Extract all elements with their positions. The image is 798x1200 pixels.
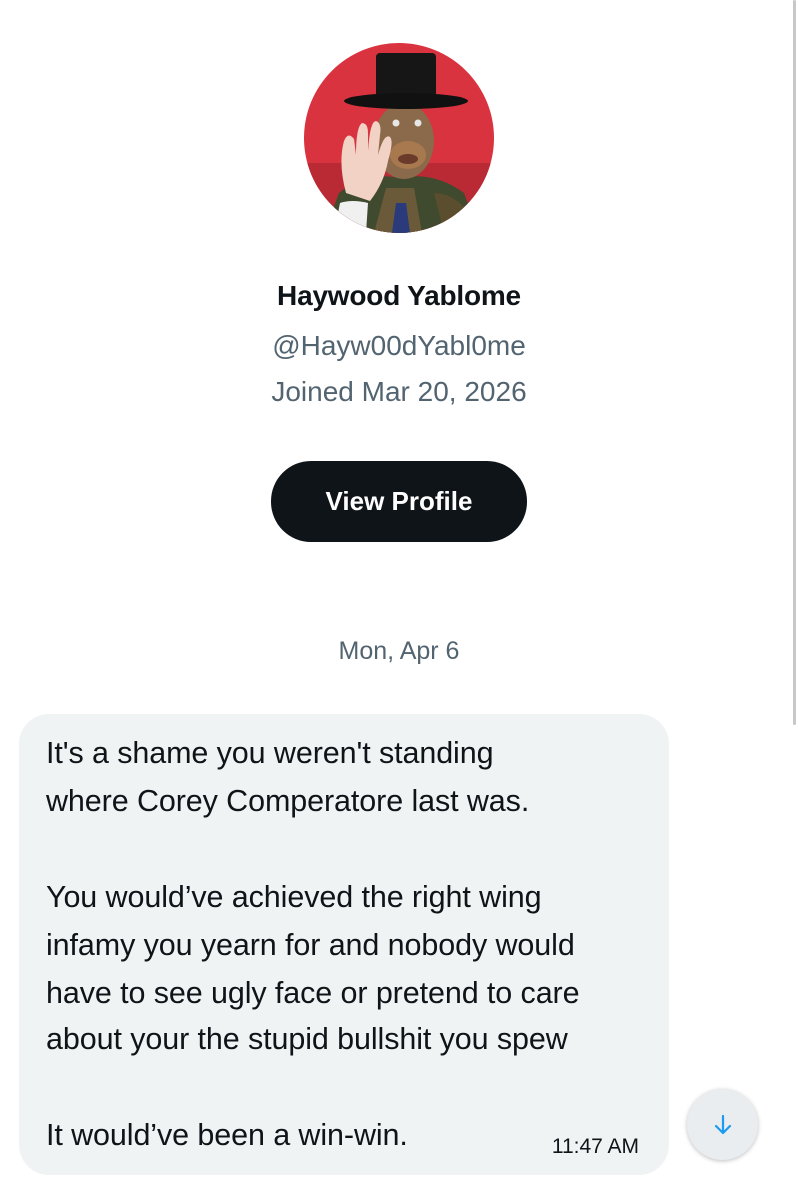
- message-line: It would’ve been a win-win.: [46, 1118, 408, 1152]
- message-line: where Corey Comperatore last was.: [46, 784, 530, 818]
- message-line: about your the stupid bullshit you spew: [46, 1022, 568, 1056]
- profile-joined-date: Joined Mar 20, 2026: [271, 376, 527, 407]
- date-divider: Mon, Apr 6: [338, 637, 460, 665]
- scrollbar[interactable]: [790, 0, 798, 1200]
- scrollbar-thumb[interactable]: [793, 0, 796, 725]
- scroll-to-bottom-button[interactable]: [687, 1089, 758, 1160]
- message-line: It's a shame you weren't standing: [46, 736, 494, 770]
- dm-conversation-screen: Haywood Yablome @Hayw00dYabl0me Joined M…: [0, 0, 798, 1200]
- arrow-down-icon: [714, 1114, 731, 1134]
- message-line: have to see ugly face or pretend to care: [46, 976, 580, 1010]
- view-profile-button[interactable]: View Profile: [271, 461, 527, 542]
- profile-handle: @Hayw00dYabl0me: [272, 330, 526, 361]
- message-timestamp: 11:47 AM: [551, 1135, 639, 1158]
- avatar-image: [304, 43, 494, 233]
- message-bubble[interactable]: It's a shame you weren't standing where …: [19, 714, 669, 1175]
- profile-avatar[interactable]: [304, 43, 494, 233]
- profile-name: Haywood Yablome: [277, 280, 521, 311]
- message-line: You would’ve achieved the right wing: [46, 880, 542, 914]
- message-line: infamy you yearn for and nobody would: [46, 928, 575, 962]
